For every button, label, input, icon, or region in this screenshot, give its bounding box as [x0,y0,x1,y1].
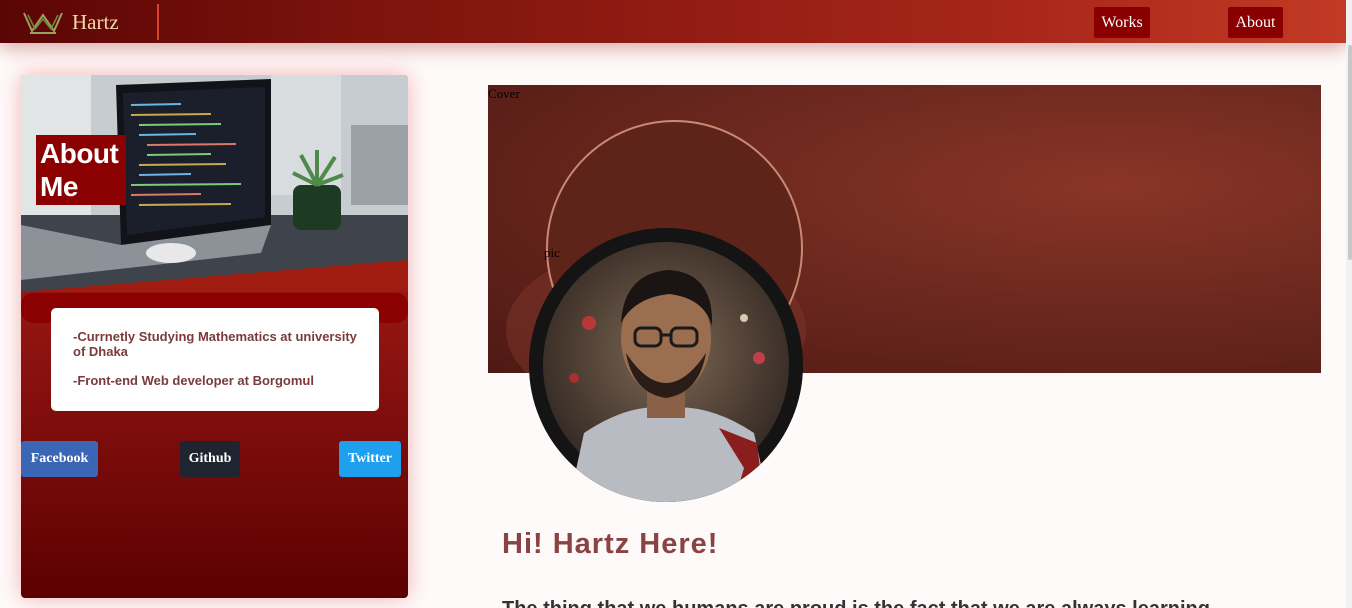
navbar: Hartz Works About [0,0,1346,43]
nav-works-link[interactable]: Works [1094,7,1150,38]
job-detail: -Front-end Web developer at Borgomul [73,373,314,388]
twitter-button[interactable]: Twitter [339,441,401,477]
brand[interactable]: Hartz [22,8,119,36]
crown-icon [23,12,63,34]
intro-tagline: The thing that we humans are proud is th… [502,598,1302,608]
laptop-photo: About Me [21,75,408,292]
about-me-heading: About Me [36,135,126,205]
info-box: -Currnetly Studying Mathematics at unive… [51,308,379,411]
pic-alt-text: pic [544,245,560,260]
nav-about-link[interactable]: About [1228,7,1283,38]
vertical-scrollbar[interactable] [1346,0,1352,608]
study-detail: -Currnetly Studying Mathematics at unive… [73,329,357,359]
scrollbar-thumb[interactable] [1348,45,1352,260]
cover-alt-text: Cover [488,86,520,101]
profile-picture [529,228,803,502]
github-button[interactable]: Github [180,441,240,477]
profile-card: About Me -Currnetly Studying Mathematics… [21,75,408,598]
nav-divider [157,4,159,40]
brand-name: Hartz [72,9,119,34]
facebook-button[interactable]: Facebook [21,441,98,477]
page-headline: Hi! Hartz Here! [502,528,719,560]
person-portrait [529,228,803,502]
